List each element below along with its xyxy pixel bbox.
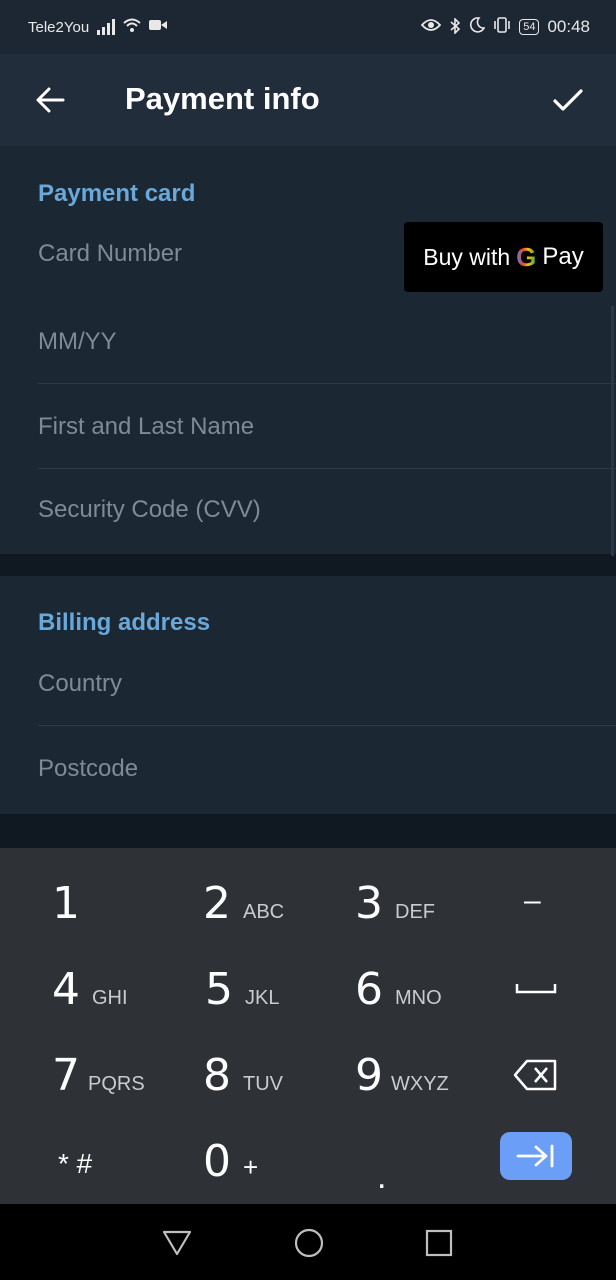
key-9[interactable]: 9 WXYZ [355, 1050, 449, 1101]
billing-title: Billing address [38, 609, 211, 636]
key-digit: 9 [355, 1050, 383, 1101]
key-1[interactable]: 1 [52, 878, 80, 929]
country-placeholder: Country [38, 669, 123, 697]
google-g-icon: G [516, 241, 537, 272]
status-bar: Tele2You 54 00:48 [0, 0, 616, 54]
key-letters: ABC [243, 901, 285, 923]
postcode-field[interactable]: Postcode [38, 727, 616, 811]
key-dot[interactable]: . [377, 1158, 386, 1197]
payment-card-section: Payment card Card Number MM/YY First and… [0, 146, 616, 556]
space-icon [515, 984, 557, 994]
key-2[interactable]: 2 ABC [203, 878, 284, 929]
tab-next-icon [516, 1144, 554, 1168]
home-circle-icon [294, 1228, 324, 1258]
key-digit: 6 [355, 964, 383, 1015]
status-left: Tele2You [28, 18, 168, 37]
scroll-indicator [611, 306, 614, 556]
key-letters: JKL [245, 987, 280, 1009]
key-digit: 4 [52, 964, 80, 1015]
wifi-icon [123, 18, 141, 37]
key-letters: WXYZ [391, 1073, 449, 1095]
key-digit: 7 [52, 1050, 80, 1101]
key-backspace[interactable] [513, 1058, 559, 1097]
key-8[interactable]: 8 TUV [203, 1050, 283, 1101]
nav-back-button[interactable] [160, 1226, 194, 1260]
expiry-field[interactable]: MM/YY [38, 300, 616, 384]
name-placeholder: First and Last Name [38, 412, 255, 440]
key-letters: DEF [395, 901, 435, 923]
nav-home-button[interactable] [292, 1226, 326, 1260]
battery-icon: 54 [519, 19, 540, 35]
payment-card-title: Payment card [38, 180, 196, 207]
key-digit: 5 [205, 964, 233, 1015]
key-digit: 2 [203, 878, 231, 929]
key-letters: MNO [395, 987, 442, 1009]
cvv-field[interactable]: Security Code (CVV) [38, 468, 616, 552]
key-letters: + [243, 1152, 259, 1182]
key-5[interactable]: 5 JKL [205, 964, 279, 1015]
key-letters: GHI [92, 987, 128, 1009]
bluetooth-icon [449, 16, 461, 37]
app-bar: Payment info [0, 54, 616, 146]
key-star-hash[interactable]: * # [58, 1148, 92, 1180]
key-letters: PQRS [88, 1073, 145, 1095]
system-nav-bar [0, 1204, 616, 1280]
country-field[interactable]: Country [38, 642, 616, 726]
status-time: 00:48 [547, 17, 590, 36]
google-pay-button[interactable]: Buy with G Pay [404, 222, 603, 292]
cvv-placeholder: Security Code (CVV) [38, 496, 261, 523]
name-field[interactable]: First and Last Name [38, 385, 616, 469]
key-space[interactable] [515, 980, 557, 1001]
key-6[interactable]: 6 MNO [355, 964, 442, 1015]
back-button[interactable] [30, 80, 70, 120]
card-number-placeholder: Card Number [38, 240, 183, 267]
key-digit: 1 [52, 878, 80, 929]
billing-section: Billing address Country Postcode [0, 576, 616, 814]
page-title: Payment info [125, 81, 320, 116]
backspace-icon [513, 1059, 557, 1091]
check-icon [553, 89, 583, 111]
moon-icon [469, 16, 486, 38]
done-button[interactable] [548, 80, 588, 120]
status-right: 54 00:48 [420, 16, 590, 38]
signal-icon [97, 19, 116, 35]
key-3[interactable]: 3 DEF [355, 878, 435, 929]
carrier-name: Tele2You [28, 18, 90, 36]
postcode-placeholder: Postcode [38, 755, 139, 782]
payment-form: Payment card Card Number MM/YY First and… [0, 146, 616, 848]
expiry-placeholder: MM/YY [38, 327, 117, 355]
eye-icon [420, 18, 442, 37]
numeric-keyboard: 1 2 ABC 3 DEF – 4 GHI 5 JKL 6 MNO 7 PQRS… [0, 848, 616, 1204]
key-minus[interactable]: – [524, 884, 541, 918]
key-0[interactable]: 0 + [203, 1136, 258, 1187]
key-4[interactable]: 4 GHI [52, 964, 128, 1015]
back-triangle-icon [162, 1230, 192, 1256]
key-letters: TUV [243, 1073, 283, 1095]
key-tab-next[interactable] [500, 1132, 572, 1180]
video-icon [149, 18, 168, 36]
vibrate-icon [493, 16, 511, 38]
arrow-left-icon [36, 87, 65, 113]
key-7[interactable]: 7 PQRS [52, 1050, 145, 1101]
key-digit: 3 [355, 878, 383, 929]
recents-square-icon [425, 1229, 453, 1257]
key-digit: 8 [203, 1050, 231, 1101]
key-digit: 0 [203, 1136, 231, 1187]
nav-recents-button[interactable] [422, 1226, 456, 1260]
gpay-buy-label: Buy with [423, 243, 511, 270]
gpay-pay-label: Pay [542, 243, 584, 270]
